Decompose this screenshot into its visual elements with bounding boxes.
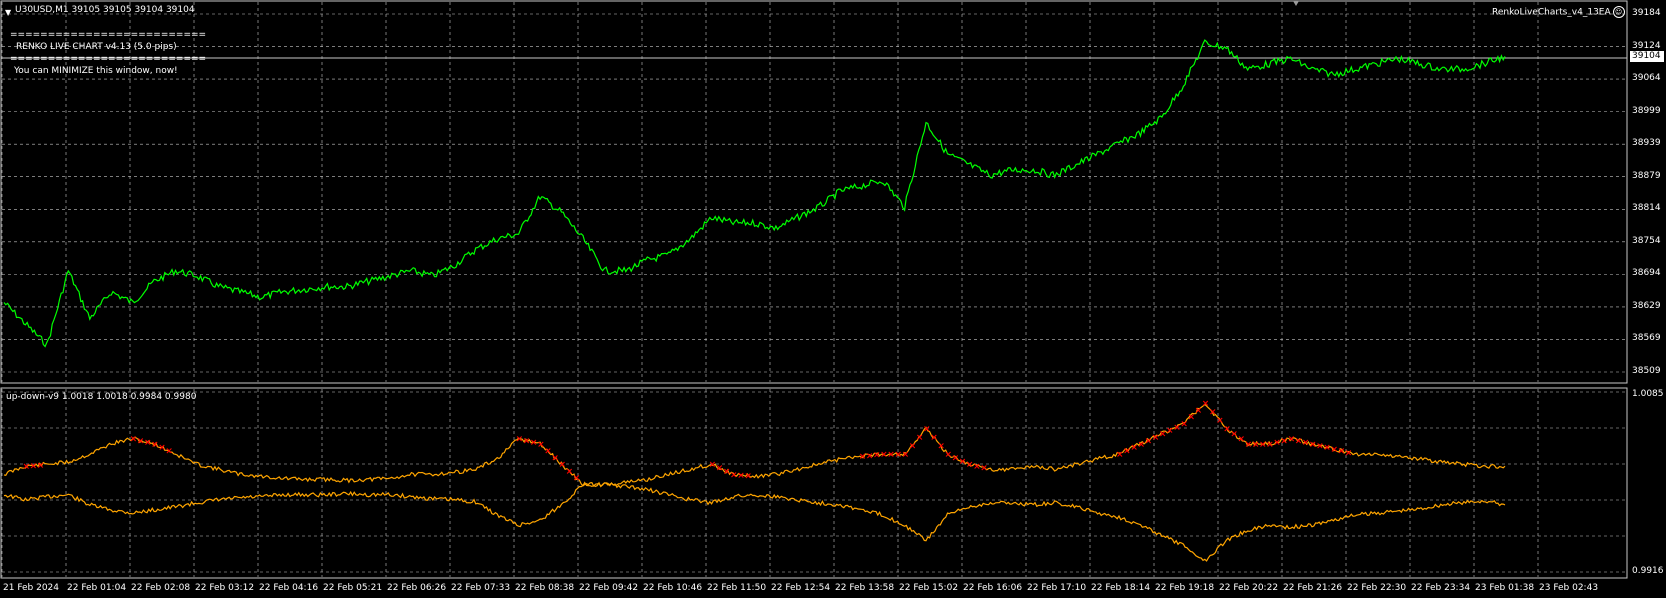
price-tick-label: 39184 — [1632, 8, 1661, 18]
sub-axis-top: 1.0085 — [1632, 389, 1664, 399]
signal-marker: × — [744, 472, 752, 482]
time-tick-label: 22 Feb 06:26 — [387, 583, 447, 593]
time-tick-label: 22 Feb 01:04 — [67, 583, 127, 593]
price-tick-label: 38694 — [1632, 268, 1661, 279]
info-line-2: RENKO LIVE CHART v4.13 (5.0 pips) — [16, 42, 177, 52]
time-tick-label: 21 Feb 2024 — [3, 583, 60, 593]
collapse-triangle-icon[interactable]: ▼ — [5, 8, 11, 17]
signal-marker: × — [980, 464, 988, 474]
time-tick-label: 22 Feb 20:22 — [1219, 583, 1279, 593]
time-tick-label: 22 Feb 23:34 — [1411, 583, 1471, 593]
price-tick-label: 38879 — [1632, 170, 1661, 181]
sub-axis-bottom: 0.9916 — [1632, 566, 1664, 576]
current-price-tag: 39104 — [1630, 51, 1664, 62]
time-tick-label: 22 Feb 04:16 — [259, 583, 319, 593]
signal-marker: × — [165, 447, 173, 457]
info-line-1: ========================== — [10, 30, 207, 40]
time-tick-label: 22 Feb 15:02 — [899, 583, 959, 593]
time-tick-label: 22 Feb 08:38 — [515, 583, 575, 593]
price-tick-label: 38754 — [1632, 235, 1661, 246]
time-tick-label: 22 Feb 12:54 — [771, 583, 831, 593]
signal-marker: × — [37, 461, 45, 471]
time-tick-label: 22 Feb 21:26 — [1283, 583, 1343, 593]
time-tick-label: 22 Feb 07:33 — [451, 583, 511, 593]
time-tick-label: 23 Feb 02:43 — [1539, 583, 1599, 593]
time-tick-label: 22 Feb 11:50 — [707, 583, 767, 593]
info-line-3: ========================== — [10, 54, 207, 64]
ea-label[interactable]: RenkoLiveCharts_v4_13EA ☺ — [1492, 6, 1625, 19]
time-tick-label: 22 Feb 02:08 — [131, 583, 191, 593]
time-tick-label: 22 Feb 09:42 — [579, 583, 639, 593]
price-tick-label: 38939 — [1632, 138, 1661, 149]
time-tick-label: 22 Feb 17:10 — [1027, 583, 1087, 593]
signal-marker: × — [1345, 448, 1353, 458]
smiley-icon: ☺ — [1612, 6, 1625, 18]
time-tick-label: 22 Feb 10:46 — [643, 583, 703, 593]
time-tick-label: 22 Feb 16:06 — [963, 583, 1023, 593]
time-tick-label: 23 Feb 01:38 — [1475, 583, 1535, 593]
indicator-header: up-down-v9 1.0018 1.0018 0.9984 0.9980 — [6, 392, 197, 402]
time-tick-label: 22 Feb 13:58 — [835, 583, 895, 593]
ea-name: RenkoLiveCharts_v4_13EA — [1492, 7, 1611, 18]
signal-marker: × — [573, 474, 581, 484]
time-tick-label: 22 Feb 03:12 — [195, 583, 255, 593]
price-tick-label: 39064 — [1632, 73, 1661, 84]
symbol-header: U30USD,M1 39105 39105 39104 39104 — [15, 5, 195, 15]
time-tick-label: 22 Feb 22:30 — [1347, 583, 1407, 593]
price-tick-label: 39124 — [1632, 40, 1661, 51]
price-tick-label: 38814 — [1632, 203, 1661, 214]
time-tick-label: 22 Feb 19:18 — [1155, 583, 1215, 593]
chart-canvas[interactable]: × × ×× × × × × ×× × × ××××××× × × × × ×× × × × × × ××××××× × × ×… — [0, 0, 1666, 598]
price-tick-label: 38999 — [1632, 105, 1661, 116]
price-tick-label: 38509 — [1632, 366, 1661, 376]
time-tick-label: 22 Feb 18:14 — [1091, 583, 1151, 593]
info-line-4: You can MINIMIZE this window, now! — [14, 66, 178, 76]
price-tick-label: 38629 — [1632, 300, 1661, 311]
time-tick-label: 22 Feb 05:21 — [323, 583, 383, 593]
price-tick-label: 38569 — [1632, 333, 1661, 344]
